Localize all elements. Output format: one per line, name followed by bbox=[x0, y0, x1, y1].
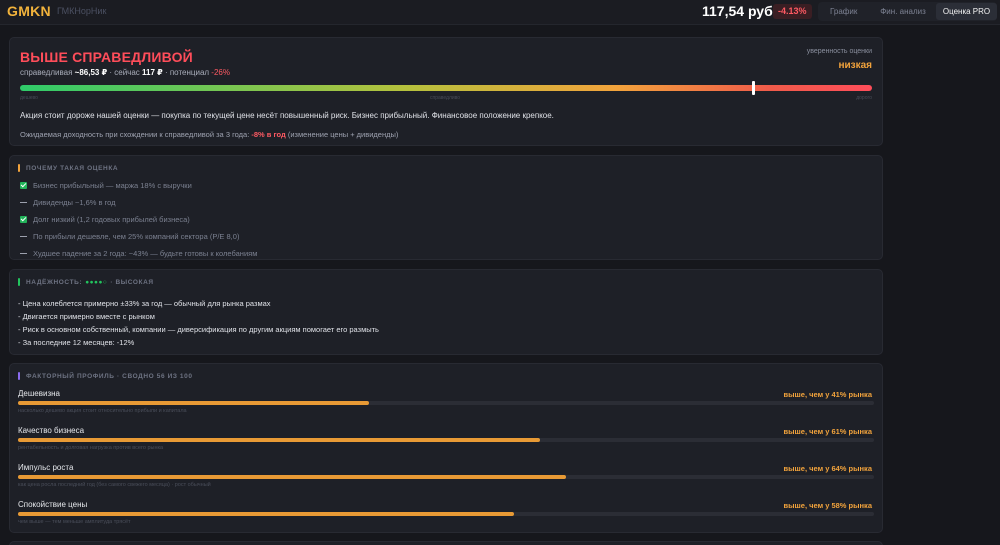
tab-financial-analysis[interactable]: Фин. анализ bbox=[870, 3, 936, 20]
company-name: ГМКНорНик bbox=[57, 6, 107, 16]
check-icon bbox=[20, 182, 27, 189]
confidence-label: уверенность оценки bbox=[806, 48, 872, 55]
reliability-line: - Двигается примерно вместе с рынком bbox=[18, 312, 155, 321]
reliability-title: НАДЁЖНОСТЬ: bbox=[26, 278, 83, 286]
factor-bar-track bbox=[18, 512, 874, 516]
reason-text: Долг низкий (1,2 годовых прибылей бизнес… bbox=[33, 215, 190, 224]
expected-yield: Ожидаемая доходность при схождении к спр… bbox=[20, 130, 398, 139]
factor-value: выше, чем у 64% рынка bbox=[783, 464, 872, 473]
factor-name: Качество бизнеса bbox=[18, 426, 85, 435]
factor-description: рентабельность и долговая нагрузка проти… bbox=[18, 445, 164, 451]
reason-text: Худшее падение за 2 года: −43% — будьте … bbox=[33, 249, 258, 258]
price-marker bbox=[751, 81, 755, 95]
factor-name: Дешевизна bbox=[18, 389, 60, 398]
factor-description: насколько дешево акция стоит относительн… bbox=[18, 408, 187, 414]
reason-item: Бизнес прибыльный — маржа 18% с выручки bbox=[20, 181, 192, 190]
reasons-card: ПОЧЕМУ ТАКАЯ ОЦЕНКА Бизнес прибыльный — … bbox=[9, 155, 883, 260]
tab-chart[interactable]: График bbox=[824, 3, 870, 20]
reliability-level: · ВЫСОКАЯ bbox=[110, 278, 154, 286]
view-tabs: График Фин. анализ Оценка PRO bbox=[818, 2, 997, 21]
section-accent bbox=[18, 164, 20, 172]
factor-bar-fill bbox=[18, 512, 515, 516]
factor-description: как цена росла последний год (без самого… bbox=[18, 482, 211, 488]
reason-item: Худшее падение за 2 года: −43% — будьте … bbox=[20, 249, 257, 258]
fair-label: справедливая bbox=[20, 68, 73, 77]
valuation-subline: справедливая ~86,53 ₽ · сейчас 117 ₽ · п… bbox=[20, 68, 230, 77]
reason-item: По прибыли дешевле, чем 25% компаний сек… bbox=[20, 232, 239, 241]
yield-suffix: (изменение цены + дивиденды) bbox=[287, 130, 399, 139]
factor-bar-track bbox=[18, 401, 874, 405]
factor-name: Импульс роста bbox=[18, 463, 74, 472]
factor-value: выше, чем у 61% рынка bbox=[783, 427, 872, 436]
factor-name: Спокойствие цены bbox=[18, 500, 88, 509]
reliability-card: НАДЁЖНОСТЬ: ●●●●○ · ВЫСОКАЯ - Цена колеб… bbox=[9, 269, 883, 355]
factor-value: выше, чем у 58% рынка bbox=[783, 501, 872, 510]
yield-value: -8% в год bbox=[251, 130, 286, 139]
potential-value: -26% bbox=[211, 68, 230, 77]
ticker-symbol: GMKN bbox=[7, 3, 51, 19]
factors-heading: ФАКТОРНЫЙ ПРОФИЛЬ · СВОДНО 56 ИЗ 100 bbox=[18, 372, 193, 380]
yield-prefix: Ожидаемая доходность при схождении к спр… bbox=[20, 130, 250, 139]
scale-label-fair: справедливо bbox=[430, 95, 461, 101]
potential-label: потенциал bbox=[169, 68, 210, 77]
valuation-card: ВЫШЕ СПРАВЕДЛИВОЙ справедливая ~86,53 ₽ … bbox=[9, 37, 883, 146]
factor-value: выше, чем у 41% рынка bbox=[783, 390, 872, 399]
reliability-heading: НАДЁЖНОСТЬ: ●●●●○ · ВЫСОКАЯ bbox=[18, 278, 154, 286]
fair-value: ~86,53 ₽ bbox=[74, 68, 108, 77]
reason-text: Дивиденды ~1,6% в год bbox=[33, 198, 116, 207]
reason-item: Дивиденды ~1,6% в год bbox=[20, 198, 116, 207]
dash-icon bbox=[20, 253, 27, 254]
factors-title: ФАКТОРНЫЙ ПРОФИЛЬ · СВОДНО 56 ИЗ 100 bbox=[26, 372, 193, 380]
reasons-title: ПОЧЕМУ ТАКАЯ ОЦЕНКА bbox=[26, 164, 119, 172]
scale-label-expensive: дорого bbox=[856, 95, 872, 101]
section-accent bbox=[18, 372, 20, 380]
next-card bbox=[9, 541, 883, 545]
price-change-badge: -4.13% bbox=[773, 4, 812, 19]
factor-bar-fill bbox=[18, 401, 369, 405]
section-accent bbox=[18, 278, 20, 286]
reasons-heading: ПОЧЕМУ ТАКАЯ ОЦЕНКА bbox=[18, 164, 118, 172]
factor-profile-card: ФАКТОРНЫЙ ПРОФИЛЬ · СВОДНО 56 ИЗ 100 Деш… bbox=[9, 363, 883, 533]
dash-icon bbox=[20, 236, 27, 237]
valuation-scale bbox=[20, 81, 872, 95]
top-bar: GMKN ГМКНорНик 117,54 руб -4.13% График … bbox=[0, 0, 1000, 25]
current-price: 117,54 руб bbox=[702, 3, 773, 19]
check-icon bbox=[20, 216, 27, 223]
factor-description: чем выше — тем меньше амплитуда трясёт bbox=[18, 519, 131, 525]
now-value: 117 ₽ bbox=[142, 68, 163, 77]
factor-bar-track bbox=[18, 475, 874, 479]
reason-text: По прибыли дешевле, чем 25% компаний сек… bbox=[33, 232, 240, 241]
valuation-verdict: ВЫШЕ СПРАВЕДЛИВОЙ bbox=[20, 49, 193, 65]
scale-label-cheap: дешево bbox=[20, 95, 38, 101]
reliability-line: - За последние 12 месяцев: -12% bbox=[18, 338, 135, 347]
valuation-summary: Акция стоит дороже нашей оценки — покупк… bbox=[20, 111, 554, 120]
reliability-dots-icon: ●●●●○ bbox=[85, 278, 108, 286]
reason-text: Бизнес прибыльный — маржа 18% с выручки bbox=[33, 181, 192, 190]
reliability-line: - Риск в основном собственный, компании … bbox=[18, 325, 379, 334]
tab-valuation-pro[interactable]: Оценка PRO bbox=[936, 3, 997, 20]
confidence-value: низкая bbox=[838, 60, 872, 71]
dash-icon bbox=[20, 202, 27, 203]
factor-bar-fill bbox=[18, 438, 541, 442]
factor-bar-fill bbox=[18, 475, 566, 479]
now-label: сейчас bbox=[114, 68, 140, 77]
factor-bar-track bbox=[18, 438, 874, 442]
reason-item: Долг низкий (1,2 годовых прибылей бизнес… bbox=[20, 215, 190, 224]
reliability-line: - Цена колеблется примерно ±33% за год —… bbox=[18, 299, 271, 308]
